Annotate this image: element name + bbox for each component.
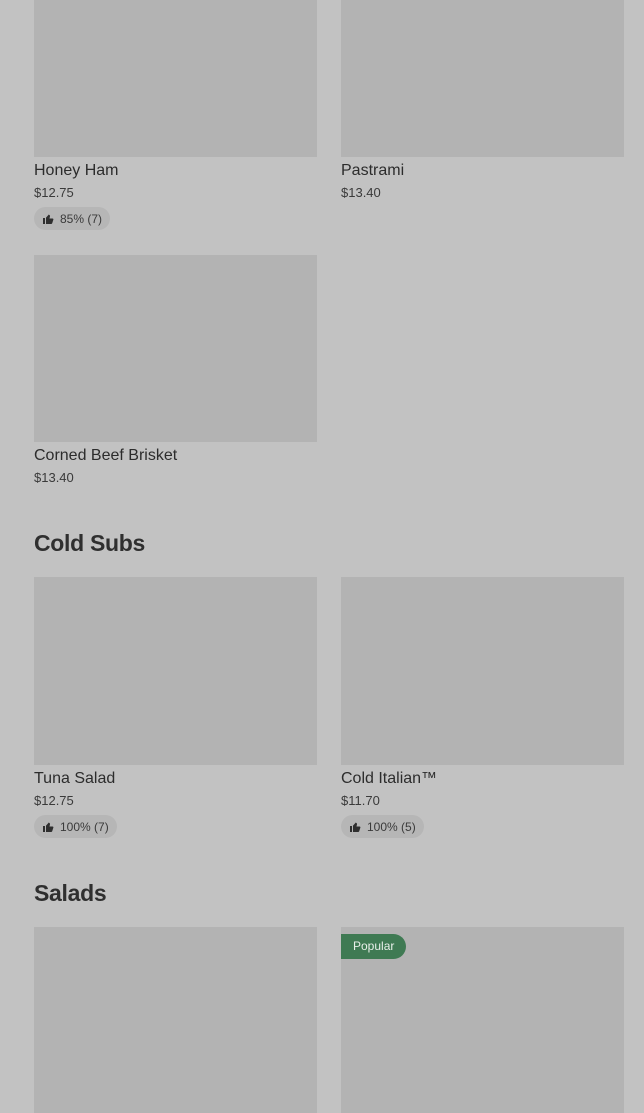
item-image-placeholder	[34, 927, 317, 1113]
item-image-placeholder	[34, 577, 317, 765]
item-image-placeholder: Popular	[341, 927, 624, 1113]
item-name: Honey Ham	[34, 162, 119, 179]
item-image-placeholder	[341, 0, 624, 157]
menu-item-honey-ham[interactable]: Honey Ham $12.75 85% (7)	[34, 0, 317, 230]
menu-item-tuna-salad[interactable]: Tuna Salad $12.75 100% (7)	[34, 577, 317, 838]
section-title-cold-subs: Cold Subs	[34, 530, 146, 556]
item-name: Tuna Salad	[34, 770, 116, 787]
item-price: $12.75	[34, 793, 74, 808]
item-image-placeholder	[341, 577, 624, 765]
menu-item-cold-italian[interactable]: Cold Italian™ $11.70 100% (5)	[341, 577, 624, 838]
menu-item-corned-beef-brisket[interactable]: Corned Beef Brisket $13.40	[34, 255, 317, 486]
thumbs-up-icon	[350, 822, 361, 832]
rating-value: 85% (7)	[60, 211, 103, 226]
rating-pill: 100% (7)	[34, 815, 117, 838]
item-name: Cold Italian™	[341, 770, 438, 787]
rating-value: 100% (5)	[367, 819, 416, 834]
section-title-salads: Salads	[34, 880, 107, 906]
item-image-placeholder	[34, 0, 317, 157]
item-name: Corned Beef Brisket	[34, 447, 178, 464]
menu-item-pastrami[interactable]: Pastrami $13.40	[341, 0, 624, 201]
popular-badge: Popular	[341, 934, 407, 959]
item-price: $12.75	[34, 185, 74, 200]
thumbs-up-icon	[43, 214, 54, 224]
rating-pill: 100% (5)	[341, 815, 424, 838]
item-price: $13.40	[34, 470, 74, 485]
menu-item-salad-1[interactable]	[34, 927, 317, 1113]
menu-item-salad-2[interactable]: Popular	[341, 927, 624, 1113]
rating-value: 100% (7)	[60, 819, 109, 834]
item-price: $11.70	[341, 793, 380, 808]
item-price: $13.40	[341, 185, 381, 200]
item-image-placeholder	[34, 255, 317, 442]
item-name: Pastrami	[341, 162, 405, 179]
thumbs-up-icon	[43, 822, 54, 832]
rating-pill: 85% (7)	[34, 207, 111, 230]
